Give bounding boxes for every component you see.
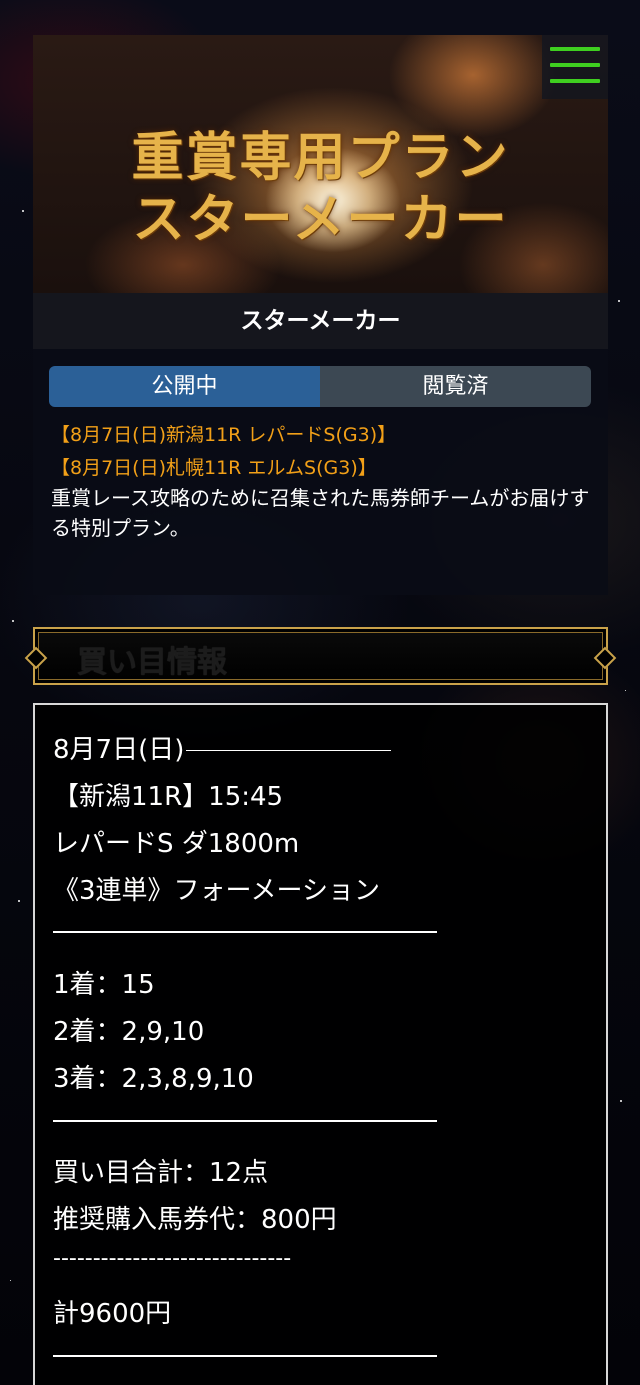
divider xyxy=(53,1120,437,1122)
background-star xyxy=(625,690,626,691)
page-root: 重賞専用プラン スターメーカー スターメーカー 公開中 閲覧済 【8月7日(日)… xyxy=(0,0,640,1385)
background-star xyxy=(18,900,20,902)
second-place-pick: 2着：2,9,10 xyxy=(53,1017,205,1047)
race-date: 8月7日(日) xyxy=(53,735,185,765)
race-course: レパードS ダ1800m xyxy=(53,829,300,859)
frame-corner-ornament xyxy=(24,646,48,670)
section-header: 買い目情報 xyxy=(24,627,617,685)
hamburger-menu-icon[interactable] xyxy=(542,35,608,99)
background-star xyxy=(618,300,620,302)
race-time: 【新潟11R】15:45 xyxy=(53,782,284,812)
plan-description: 重賞レース攻略のために召集された馬券師チームがお届けする特別プラン。 xyxy=(51,486,590,540)
section-title: 買い目情報 xyxy=(77,645,227,680)
recommended-amount: 推奨購入馬券代：800円 xyxy=(53,1205,337,1235)
race-link-sapporo[interactable]: 【8月7日(日)札幌11R エルムS(G3)】 xyxy=(51,453,377,480)
background-star xyxy=(12,620,14,622)
race-date-row: 8月7日(日) xyxy=(53,729,392,766)
plan-card: 重賞専用プラン スターメーカー スターメーカー 公開中 閲覧済 【8月7日(日)… xyxy=(33,35,608,595)
menu-bar xyxy=(550,47,600,51)
background-star xyxy=(10,1280,11,1281)
date-rule xyxy=(186,750,392,751)
background-star xyxy=(22,210,24,212)
status-tabs: 公開中 閲覧済 xyxy=(49,366,591,407)
tab-public[interactable]: 公開中 xyxy=(49,366,320,407)
third-place-pick: 3着：2,3,8,9,10 xyxy=(53,1064,254,1094)
plan-banner-image: 重賞専用プラン スターメーカー xyxy=(33,35,608,293)
grand-total: 計9600円 xyxy=(53,1299,172,1329)
bet-type: 《3連単》フォーメーション xyxy=(53,876,380,906)
first-place-pick: 1着：15 xyxy=(53,970,155,1000)
menu-bar xyxy=(550,63,600,67)
banner-title-line2: スターメーカー xyxy=(132,189,509,250)
bet-info-box: 8月7日(日) 【新潟11R】15:45 レパードS ダ1800m 《3連単》フ… xyxy=(33,703,608,1385)
frame-corner-ornament xyxy=(593,646,617,670)
background-star xyxy=(620,1100,622,1102)
plan-title: スターメーカー xyxy=(33,293,608,349)
total-points: 買い目合計：12点 xyxy=(53,1158,269,1188)
tab-viewed[interactable]: 閲覧済 xyxy=(320,366,591,407)
divider xyxy=(53,931,437,933)
race-link-niigata[interactable]: 【8月7日(日)新潟11R レパードS(G3)】 xyxy=(51,420,396,447)
menu-bar xyxy=(550,79,600,83)
dash-separator: ------------------------------ xyxy=(53,1246,292,1271)
divider xyxy=(53,1355,437,1357)
